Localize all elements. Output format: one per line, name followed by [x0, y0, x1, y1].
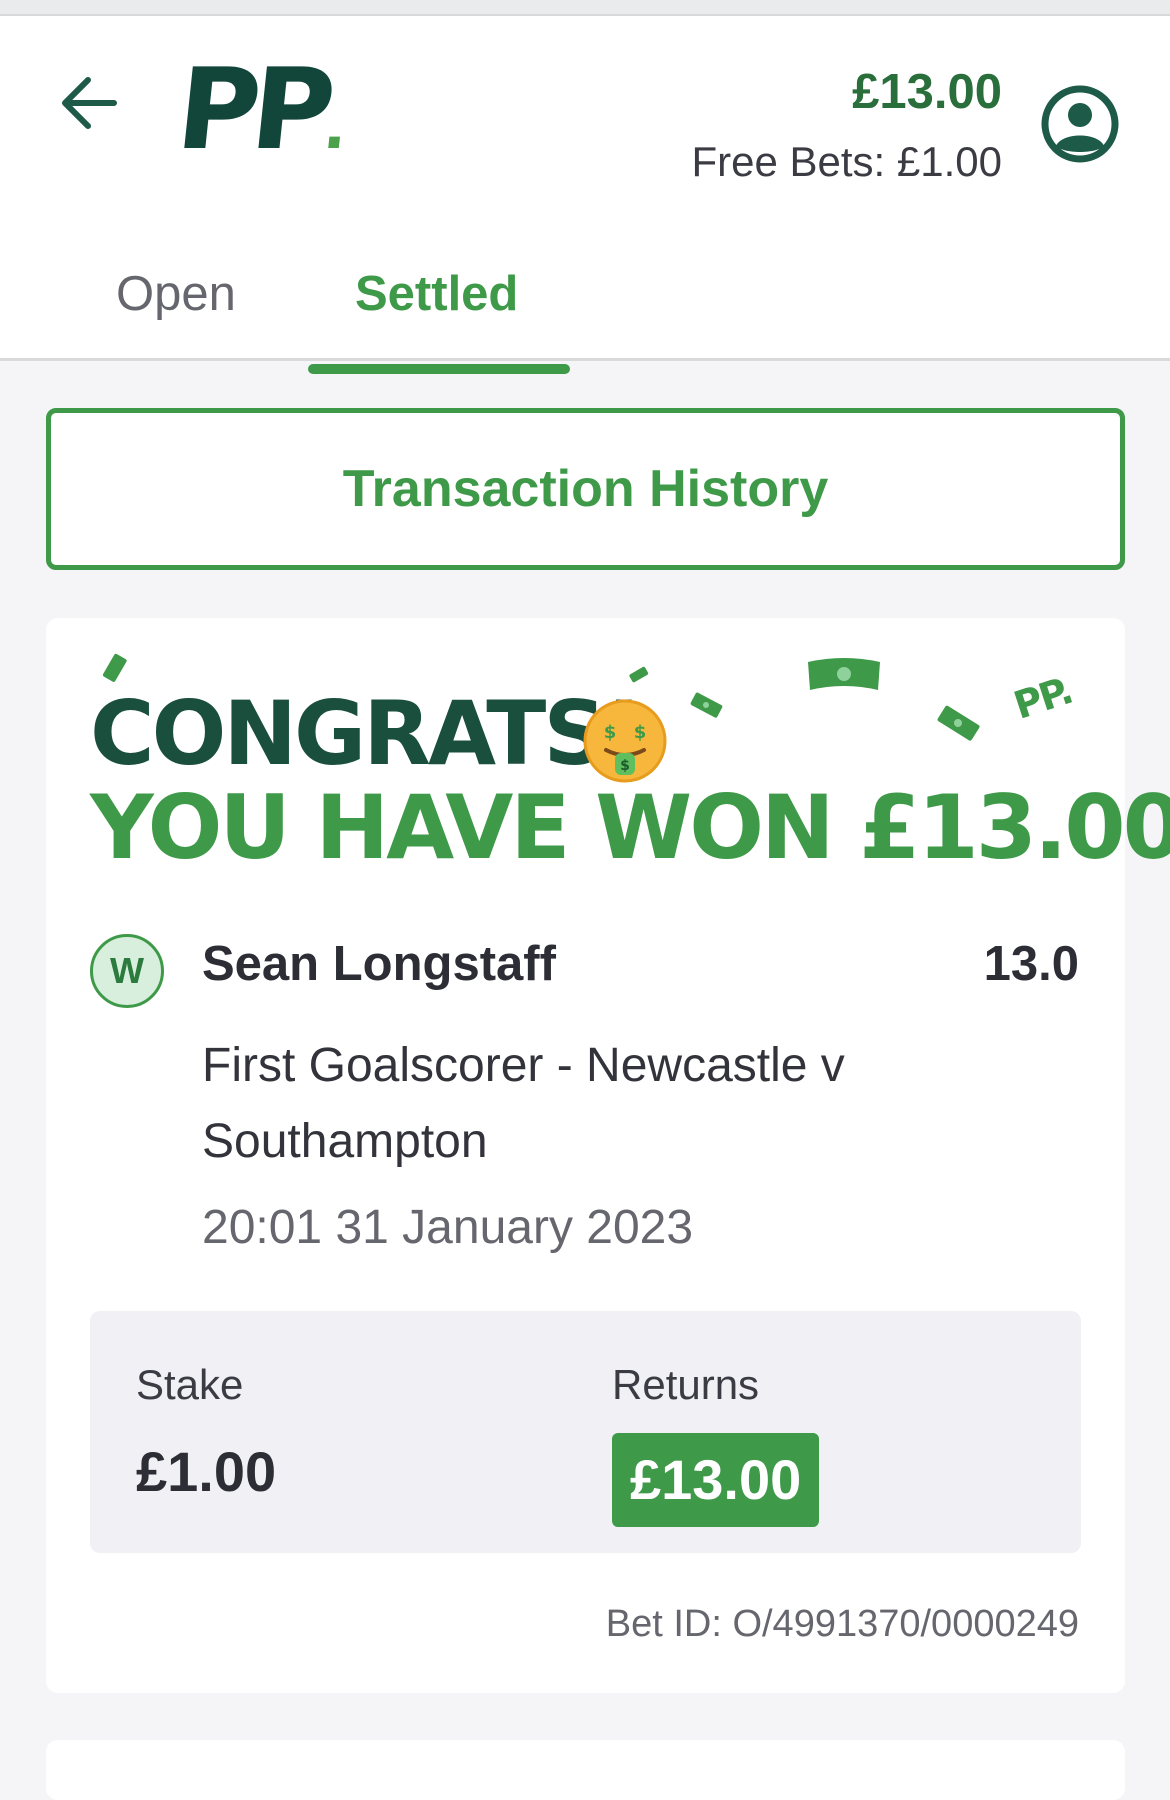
- status-strip: [0, 0, 1170, 16]
- stake-returns-panel: Stake £1.00 Returns £13.00: [90, 1311, 1081, 1553]
- active-tab-indicator: [308, 364, 570, 374]
- tab-open[interactable]: Open: [116, 266, 236, 322]
- free-bets-balance: Free Bets: £1.00: [691, 138, 1002, 185]
- transaction-history-button[interactable]: Transaction History: [46, 408, 1125, 570]
- bet-card: PP. CONGRATS! $ $ $ YOU HAVE WON £13.00 …: [46, 618, 1170, 1693]
- returns-label: Returns: [612, 1361, 760, 1408]
- selection-name: Sean Longstaff: [202, 937, 556, 991]
- header-divider: [0, 358, 1170, 361]
- account-balance: £13.00: [852, 65, 1002, 119]
- win-amount-heading: YOU HAVE WON £13.00: [90, 776, 1170, 879]
- svg-text:$: $: [634, 722, 647, 743]
- selection-odds: 13.0: [983, 937, 1079, 991]
- banknote-icon: [690, 692, 723, 718]
- stake-label: Stake: [136, 1361, 244, 1408]
- svg-text:$: $: [620, 758, 630, 774]
- app-header: PP. £13.00 Free Bets: £1.00 Open Settled: [0, 16, 1170, 374]
- market-description: First Goalscorer - Newcastle v Southampt…: [202, 1039, 845, 1168]
- next-bet-card: [46, 1740, 1125, 1800]
- arrow-left-icon[interactable]: [56, 68, 126, 138]
- user-circle-icon[interactable]: [1040, 84, 1120, 164]
- bet-tabs: Open Settled: [0, 248, 1170, 376]
- brand-logo-text: PP: [171, 45, 334, 175]
- congrats-heading: CONGRATS!: [90, 682, 644, 785]
- bet-datetime: 20:01 31 January 2023: [202, 1201, 694, 1254]
- tab-settled[interactable]: Settled: [355, 266, 518, 322]
- mini-brand-logo: PP.: [1008, 668, 1077, 728]
- stake-value: £1.00: [136, 1440, 277, 1503]
- banknote-icon: [808, 658, 880, 690]
- money-mouth-face-icon: $ $ $: [583, 699, 667, 783]
- brand-logo[interactable]: PP.: [171, 45, 355, 175]
- banknote-icon: [937, 705, 980, 741]
- returns-value: £13.00: [612, 1433, 820, 1527]
- svg-text:$: $: [604, 722, 617, 743]
- bet-id: Bet ID: O/4991370/0000249: [605, 1603, 1079, 1645]
- win-result-badge: W: [90, 934, 164, 1008]
